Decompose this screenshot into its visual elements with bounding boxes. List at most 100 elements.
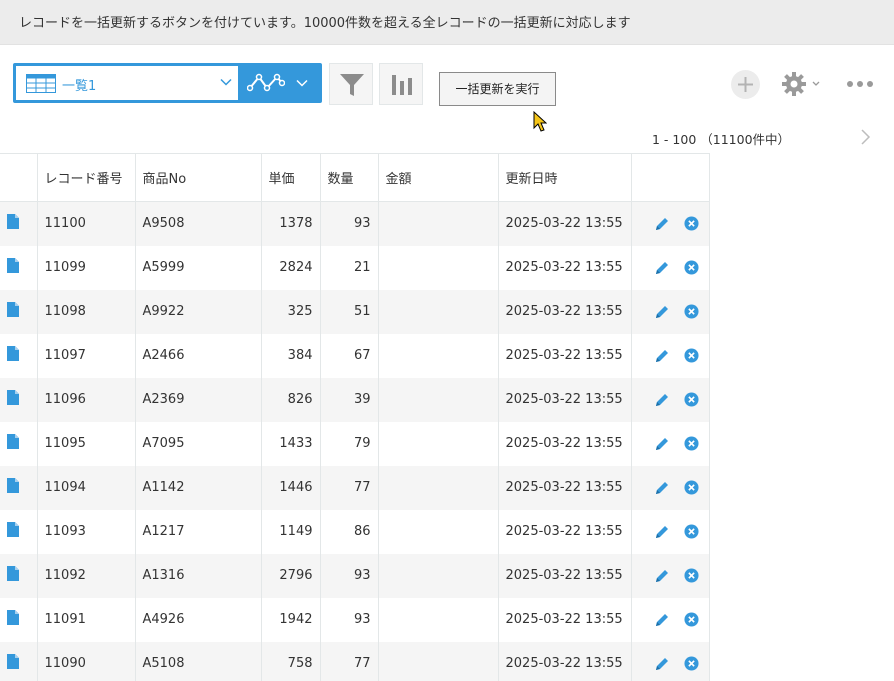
product-no-cell: A7095	[135, 421, 262, 466]
add-record-button[interactable]	[731, 70, 760, 99]
banner-text: レコードを一括更新するボタンを付けています。10000件数を超える全レコードの一…	[19, 16, 631, 31]
unit-price-cell: 758	[261, 641, 321, 681]
amount-cell	[378, 333, 499, 378]
amount-cell	[378, 597, 499, 642]
row-actions	[631, 509, 710, 554]
row-actions	[631, 597, 710, 642]
filter-button[interactable]	[329, 63, 373, 105]
document-icon[interactable]	[7, 522, 19, 537]
delete-circle-icon[interactable]	[683, 524, 699, 539]
product-no-cell: A5999	[135, 245, 262, 290]
record-detail-cell[interactable]	[0, 509, 38, 554]
amount-cell	[378, 553, 499, 598]
unit-price-cell: 2796	[261, 553, 321, 598]
quantity-cell: 39	[320, 377, 379, 422]
row-actions	[631, 333, 710, 378]
pagination-total: （11100件中）	[700, 132, 791, 147]
pencil-icon[interactable]	[654, 392, 670, 408]
pencil-icon[interactable]	[654, 348, 670, 364]
record-detail-cell[interactable]	[0, 597, 38, 642]
chart-button[interactable]	[379, 63, 423, 105]
pencil-icon[interactable]	[654, 480, 670, 496]
delete-circle-icon[interactable]	[683, 216, 699, 231]
pencil-icon[interactable]	[654, 612, 670, 628]
pencil-icon[interactable]	[654, 216, 670, 232]
settings-button[interactable]	[782, 71, 824, 97]
delete-circle-icon[interactable]	[683, 436, 699, 451]
table-header-row: レコード番号 商品No 単価 数量 金額 更新日時	[0, 153, 710, 202]
record-detail-cell[interactable]	[0, 201, 38, 246]
delete-circle-icon[interactable]	[683, 480, 699, 495]
record-number-cell: 11090	[37, 641, 136, 681]
delete-circle-icon[interactable]	[683, 656, 699, 671]
updated-at-cell: 2025-03-22 13:55	[498, 201, 632, 246]
record-number-cell: 11093	[37, 509, 136, 554]
bulk-update-button[interactable]: 一括更新を実行	[439, 72, 556, 106]
info-banner: レコードを一括更新するボタンを付けています。10000件数を超える全レコードの一…	[0, 0, 894, 45]
delete-circle-icon[interactable]	[683, 348, 699, 363]
more-icon	[847, 81, 873, 87]
document-icon[interactable]	[7, 390, 19, 405]
column-header-amount[interactable]: 金額	[378, 153, 499, 202]
product-no-cell: A9508	[135, 201, 262, 246]
document-icon[interactable]	[7, 434, 19, 449]
pencil-icon[interactable]	[654, 524, 670, 540]
table-row: 11093 A1217 1149 86 2025-03-22 13:55	[0, 509, 710, 554]
document-icon[interactable]	[7, 214, 19, 230]
record-number-cell: 11098	[37, 289, 136, 334]
record-detail-cell[interactable]	[0, 553, 38, 598]
document-icon[interactable]	[7, 610, 19, 625]
record-number-cell: 11091	[37, 597, 136, 642]
pencil-icon[interactable]	[654, 656, 670, 672]
table-row: 11094 A1142 1446 77 2025-03-22 13:55	[0, 465, 710, 510]
column-header-product-no[interactable]: 商品No	[135, 153, 262, 202]
quantity-cell: 67	[320, 333, 379, 378]
pencil-icon[interactable]	[654, 260, 670, 276]
gear-icon	[782, 72, 820, 96]
row-actions	[631, 245, 710, 290]
column-header-unit-price[interactable]: 単価	[261, 153, 321, 202]
unit-price-cell: 826	[261, 377, 321, 422]
chevron-right-icon[interactable]	[858, 127, 872, 147]
updated-at-cell: 2025-03-22 13:55	[498, 245, 632, 290]
view-selector[interactable]: 一覧1	[13, 63, 238, 103]
document-icon[interactable]	[7, 302, 19, 317]
column-header-updated-at[interactable]: 更新日時	[498, 153, 632, 202]
quantity-cell: 21	[320, 245, 379, 290]
amount-cell	[378, 289, 499, 334]
document-icon[interactable]	[7, 478, 19, 493]
quantity-cell: 79	[320, 421, 379, 466]
record-detail-cell[interactable]	[0, 641, 38, 681]
pencil-icon[interactable]	[654, 436, 670, 452]
quantity-cell: 51	[320, 289, 379, 334]
updated-at-cell: 2025-03-22 13:55	[498, 289, 632, 334]
pagination-range: 1 - 100	[652, 132, 697, 147]
delete-circle-icon[interactable]	[683, 260, 699, 275]
document-icon[interactable]	[7, 258, 19, 273]
record-detail-cell[interactable]	[0, 289, 38, 334]
graph-menu-button[interactable]	[238, 63, 322, 103]
unit-price-cell: 325	[261, 289, 321, 334]
record-detail-cell[interactable]	[0, 245, 38, 290]
delete-circle-icon[interactable]	[683, 392, 699, 407]
pencil-icon[interactable]	[654, 568, 670, 584]
updated-at-cell: 2025-03-22 13:55	[498, 597, 632, 642]
view-name: 一覧1	[62, 79, 97, 94]
row-actions	[631, 201, 710, 246]
record-detail-cell[interactable]	[0, 333, 38, 378]
delete-circle-icon[interactable]	[683, 612, 699, 627]
document-icon[interactable]	[7, 566, 19, 581]
record-detail-cell[interactable]	[0, 465, 38, 510]
delete-circle-icon[interactable]	[683, 304, 699, 319]
pencil-icon[interactable]	[654, 304, 670, 320]
delete-circle-icon[interactable]	[683, 568, 699, 583]
record-detail-cell[interactable]	[0, 421, 38, 466]
unit-price-cell: 1446	[261, 465, 321, 510]
more-options-button[interactable]	[846, 74, 874, 94]
document-icon[interactable]	[7, 654, 19, 669]
column-header-record-number[interactable]: レコード番号	[37, 153, 136, 202]
document-icon[interactable]	[7, 346, 19, 361]
record-detail-cell[interactable]	[0, 377, 38, 422]
column-header-detail	[0, 153, 38, 202]
column-header-quantity[interactable]: 数量	[320, 153, 379, 202]
